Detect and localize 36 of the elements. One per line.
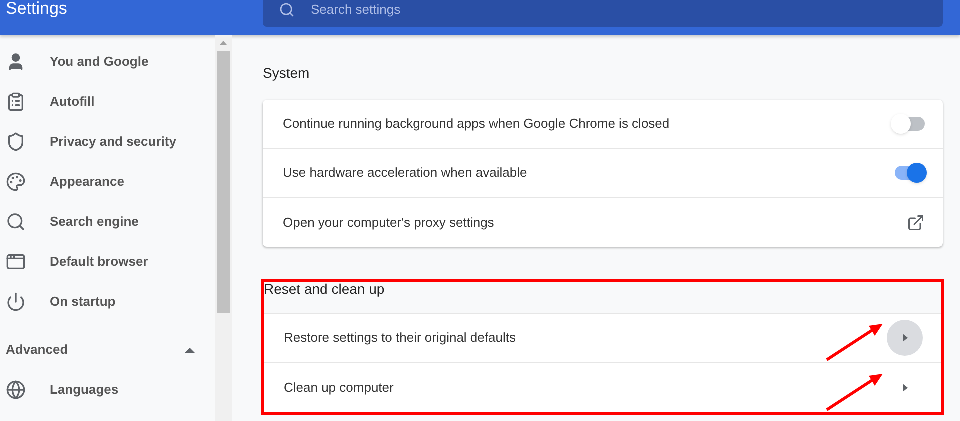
search-icon <box>279 2 295 18</box>
advanced-toggle[interactable]: Advanced <box>0 330 215 370</box>
page-title: Settings <box>6 0 68 18</box>
setting-label: Use hardware acceleration when available <box>283 164 528 182</box>
annotation-arrow <box>825 322 885 362</box>
external-link-icon[interactable] <box>907 214 925 232</box>
caret-right-icon <box>902 334 908 342</box>
setting-label: Clean up computer <box>284 378 394 397</box>
section-title: System <box>263 66 311 80</box>
section-title: Reset and clean up <box>264 282 386 299</box>
scrollbar-thumb[interactable] <box>217 51 230 313</box>
globe-icon <box>6 380 26 400</box>
search-input[interactable]: Search settings <box>311 0 811 20</box>
sidebar-item[interactable]: Search engine <box>0 202 215 242</box>
clipboard-icon <box>6 92 26 112</box>
sidebar-item[interactable]: Default browser <box>0 242 215 282</box>
search-field[interactable]: Search settings <box>263 0 943 27</box>
setting-label: Restore settings to their original defaults <box>284 329 516 348</box>
browser-window-icon <box>6 252 26 272</box>
setting-label: Open your computer's proxy settings <box>283 214 494 232</box>
sidebar-item[interactable]: Appearance <box>0 162 215 202</box>
sidebar-item[interactable]: Autofill <box>0 82 215 122</box>
sidebar-item[interactable]: On startup <box>0 282 215 322</box>
shield-icon <box>6 132 26 152</box>
sidebar-item[interactable]: Privacy and security <box>0 122 215 162</box>
scroll-up-icon <box>220 41 227 45</box>
toggle-switch[interactable] <box>895 166 925 180</box>
palette-icon <box>6 172 26 192</box>
search-icon <box>6 212 26 232</box>
annotation-arrow <box>825 372 885 412</box>
setting-label: Continue running background apps when Google Chrome is closed <box>283 115 670 134</box>
sidebar-item[interactable]: Languages <box>0 370 215 410</box>
subpage-arrow-button[interactable] <box>887 320 923 356</box>
caret-right-icon <box>902 384 908 392</box>
sidebar-item[interactable]: You and Google <box>0 42 215 82</box>
power-icon <box>6 292 26 312</box>
